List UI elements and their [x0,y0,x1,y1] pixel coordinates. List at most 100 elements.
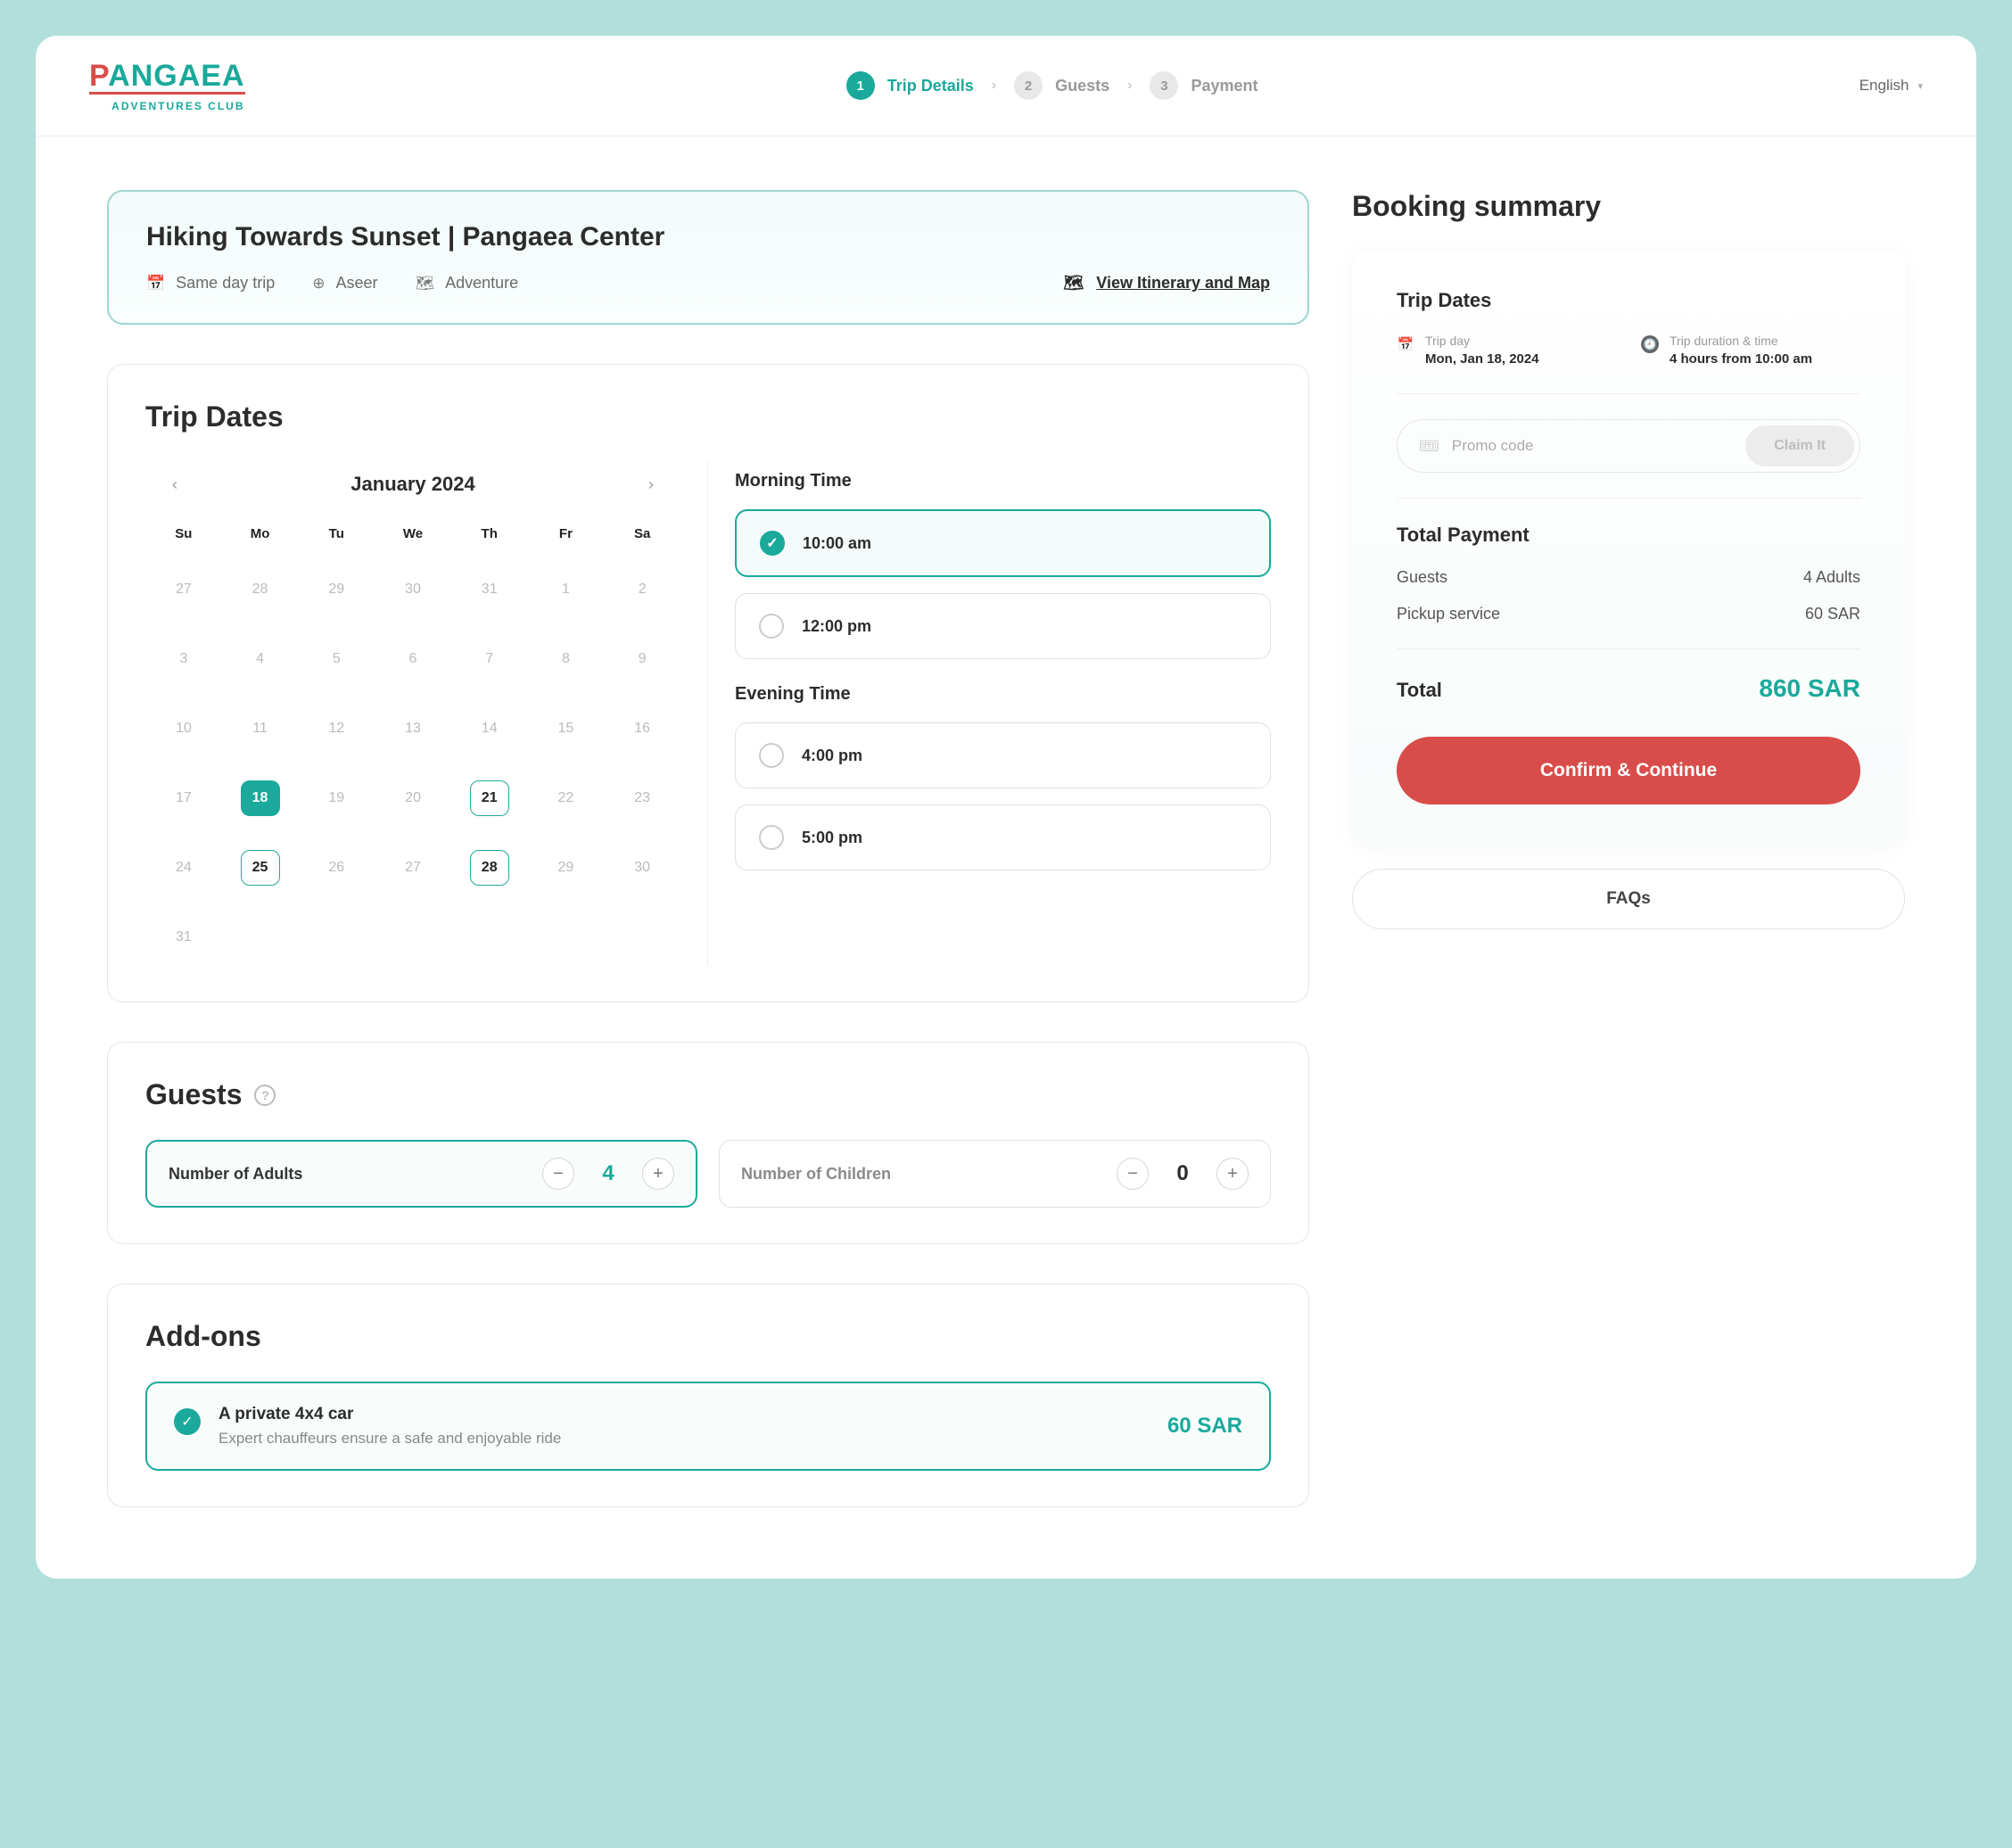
view-itinerary-link[interactable]: 🗺 View Itinerary and Map [1063,274,1270,293]
total-row-pickup: Pickup service 60 SAR [1397,605,1860,623]
calendar-dow: Tu [298,519,375,549]
calendar-day[interactable]: 12 [298,700,375,757]
calendar-day[interactable]: 16 [604,700,680,757]
calendar-day[interactable]: 4 [222,631,299,688]
calendar-day [375,909,451,966]
stepper-label: Number of Adults [169,1165,302,1184]
time-label: 10:00 am [803,534,871,553]
promo-input[interactable] [1452,437,1733,455]
calendar-day[interactable]: 7 [451,631,528,688]
meta-region: ⊕ Aseer [312,274,377,293]
calendar-prev-button[interactable]: ‹ [161,471,188,498]
chevron-down-icon: ▾ [1917,80,1923,92]
calendar-day[interactable]: 6 [375,631,451,688]
time-option[interactable]: 10:00 am [735,509,1271,577]
calendar-day[interactable]: 3 [145,631,222,688]
calendar-day[interactable]: 29 [298,561,375,618]
calendar-day[interactable]: 19 [298,770,375,827]
promo-claim-button[interactable]: Claim It [1745,425,1854,466]
calendar-icon: 📅 [146,275,165,293]
calendar-day[interactable]: 14 [451,700,528,757]
calendar-day[interactable]: 22 [528,770,605,827]
time-label: 5:00 pm [802,829,862,847]
globe-icon: ⊕ [312,275,325,293]
tag-icon: 🎟 [1419,437,1439,456]
time-option[interactable]: 12:00 pm [735,593,1271,659]
calendar-day[interactable]: 1 [528,561,605,618]
calendar-day[interactable]: 25 [222,839,299,896]
smeta-value: Mon, Jan 18, 2024 [1425,351,1539,367]
smeta-body: Trip day Mon, Jan 18, 2024 [1425,334,1539,367]
decrement-button[interactable]: − [542,1158,574,1190]
confirm-button[interactable]: Confirm & Continue [1397,737,1860,804]
calendar-day[interactable]: 10 [145,700,222,757]
promo-code-field: 🎟 Claim It [1397,419,1860,473]
calendar-day[interactable]: 30 [604,839,680,896]
calendar-day[interactable]: 31 [451,561,528,618]
calendar-day[interactable]: 21 [451,770,528,827]
time-label: 12:00 pm [802,617,871,636]
calendar-day [298,909,375,966]
calendar-day[interactable]: 26 [298,839,375,896]
map-icon: 🗺 [1063,274,1084,293]
calendar-day[interactable]: 27 [145,561,222,618]
help-icon[interactable]: ? [254,1085,276,1106]
step-label: Payment [1191,77,1258,95]
calendar-header: ‹ January 2024 › [145,462,680,519]
smeta-body: Trip duration & time 4 hours from 10:00 … [1670,334,1812,367]
addon-item[interactable]: ✓ A private 4x4 car Expert chauffeurs en… [145,1382,1271,1471]
total-row-final: Total 860 SAR [1397,674,1860,703]
calendar-day [604,909,680,966]
time-option[interactable]: 5:00 pm [735,804,1271,870]
check-icon: ✓ [174,1408,201,1435]
calendar-day[interactable]: 11 [222,700,299,757]
step-payment[interactable]: 3 Payment [1150,71,1258,100]
step-trip-details[interactable]: 1 Trip Details [846,71,974,100]
calendar-day[interactable]: 8 [528,631,605,688]
faqs-button[interactable]: FAQs [1352,869,1905,929]
calendar-day[interactable]: 2 [604,561,680,618]
total-value: 860 SAR [1759,674,1860,703]
calendar-day[interactable]: 29 [528,839,605,896]
meta-value: Same day trip [176,274,275,293]
calendar-day[interactable]: 15 [528,700,605,757]
calendar-next-button[interactable]: › [638,471,664,498]
increment-button[interactable]: + [1216,1158,1249,1190]
meta-category: 🗺 Adventure [416,274,519,293]
calendar-day[interactable]: 28 [451,839,528,896]
step-number: 3 [1150,71,1178,100]
calendar-day[interactable]: 18 [222,770,299,827]
decrement-button[interactable]: − [1117,1158,1149,1190]
addon-left: ✓ A private 4x4 car Expert chauffeurs en… [174,1405,561,1448]
calendar-day[interactable]: 31 [145,909,222,966]
radio-icon [759,825,784,850]
increment-button[interactable]: + [642,1158,674,1190]
calendar-day[interactable]: 24 [145,839,222,896]
guest-steppers: Number of Adults − 4 + Number of Childre… [145,1140,1271,1208]
calendar-day[interactable]: 17 [145,770,222,827]
right-column: Booking summary Trip Dates 📅 Trip day Mo… [1352,190,1905,1507]
trip-meta-row: 📅 Same day trip ⊕ Aseer 🗺 Adventure [146,274,1270,293]
time-option[interactable]: 4:00 pm [735,722,1271,788]
calendar-day[interactable]: 20 [375,770,451,827]
calendar-day[interactable]: 30 [375,561,451,618]
calendar-day[interactable]: 9 [604,631,680,688]
calendar-day[interactable]: 27 [375,839,451,896]
app-window: PANGAEA ADVENTURES CLUB 1 Trip Details ›… [36,36,1976,1579]
title-text: Guests [145,1078,242,1111]
language-selector[interactable]: English ▾ [1859,77,1923,95]
smeta-label: Trip day [1425,334,1539,348]
left-column: Hiking Towards Sunset | Pangaea Center 📅… [107,190,1309,1507]
row-label: Guests [1397,568,1447,587]
total-row-guests: Guests 4 Adults [1397,568,1860,587]
calendar-dow: Mo [222,519,299,549]
calendar: ‹ January 2024 › SuMoTuWeThFrSa272829303… [145,462,708,966]
row-value: 60 SAR [1805,605,1860,623]
calendar-day[interactable]: 28 [222,561,299,618]
calendar-day[interactable]: 5 [298,631,375,688]
step-guests[interactable]: 2 Guests [1014,71,1109,100]
chevron-right-icon: › [1127,78,1132,94]
calendar-day[interactable]: 23 [604,770,680,827]
calendar-day[interactable]: 13 [375,700,451,757]
calendar-dow: Su [145,519,222,549]
